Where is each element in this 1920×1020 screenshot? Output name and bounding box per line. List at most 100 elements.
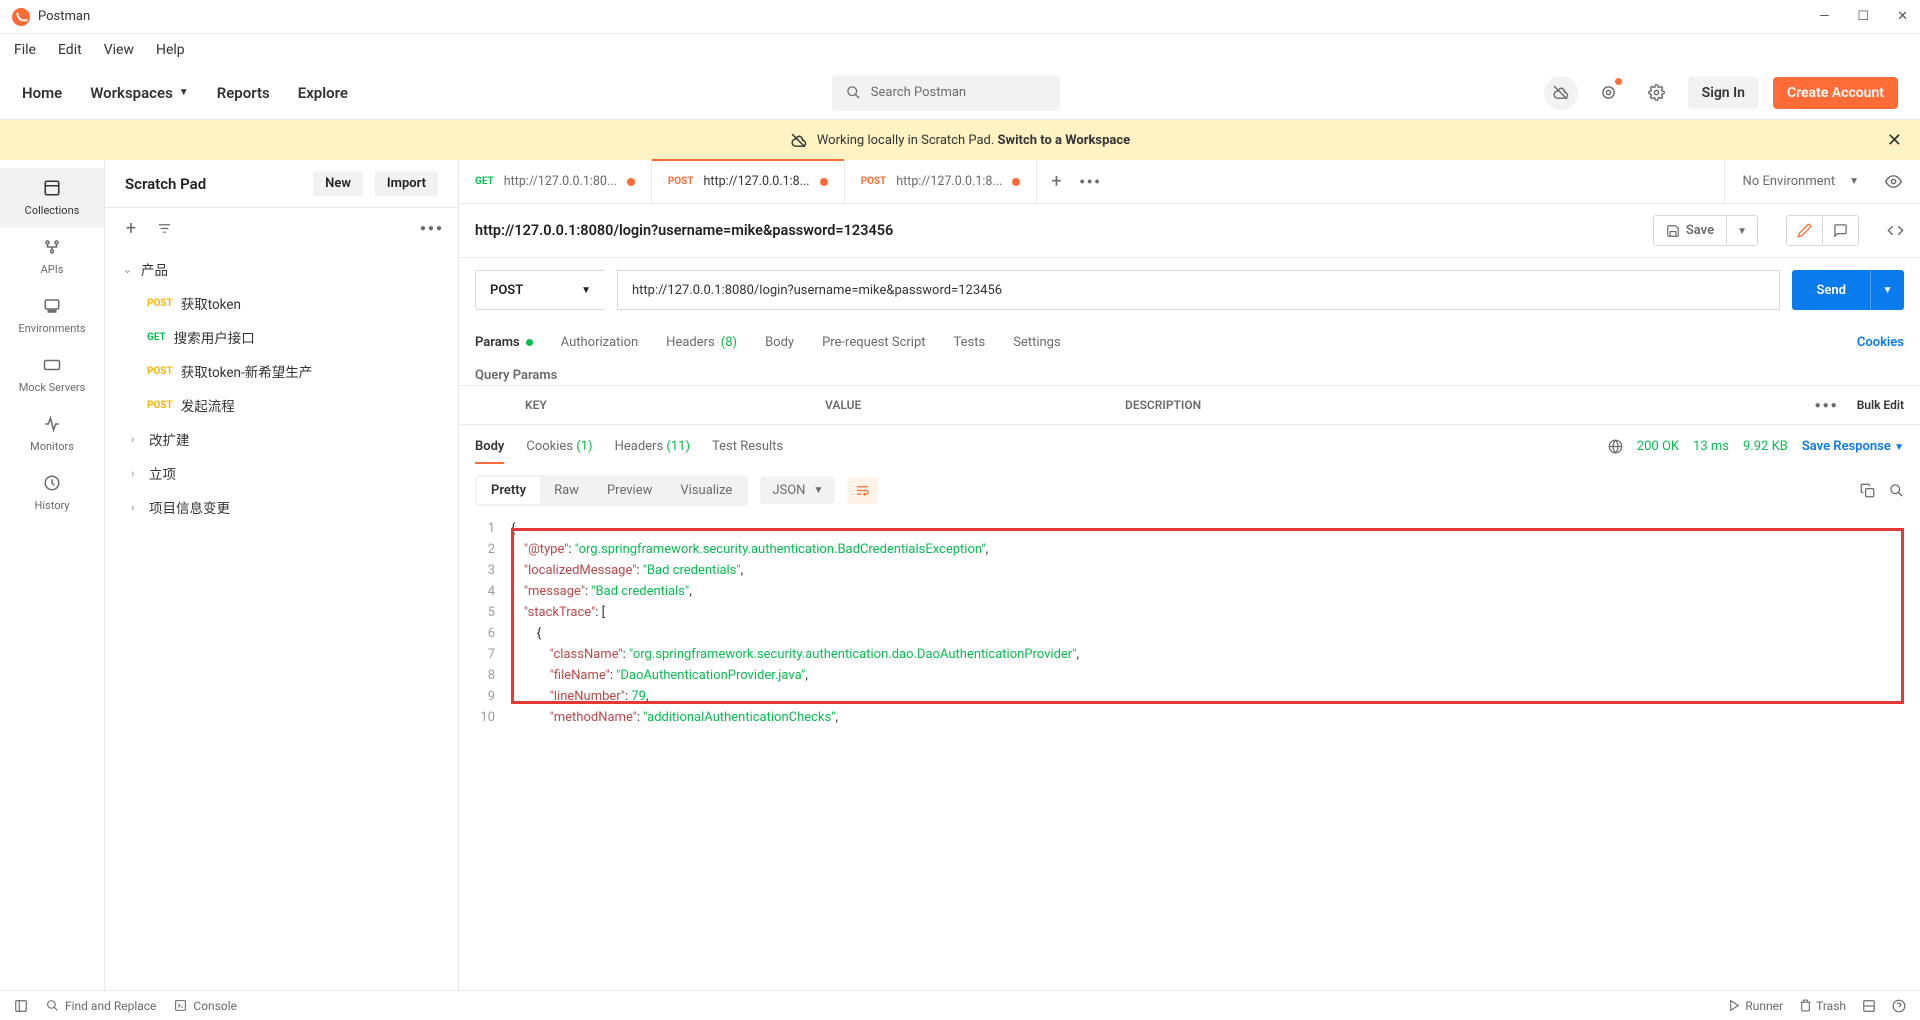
add-icon[interactable]: + <box>119 218 143 239</box>
tab[interactable]: POSThttp://127.0.0.1:8... <box>652 160 845 203</box>
eye-icon[interactable] <box>1885 173 1902 190</box>
save-response-button[interactable]: Save Response ▼ <box>1802 439 1904 454</box>
menu-help[interactable]: Help <box>156 42 185 58</box>
tree-item[interactable]: POST获取token <box>113 286 450 320</box>
nav-workspaces[interactable]: Workspaces▼ <box>90 84 188 102</box>
banner-close-icon[interactable]: ✕ <box>1887 130 1902 151</box>
tree-item[interactable]: GET搜索用户接口 <box>113 320 450 354</box>
topbar: Home Workspaces▼ Reports Explore Search … <box>0 66 1920 120</box>
cookies-link[interactable]: Cookies <box>1857 335 1904 350</box>
chevron-down-icon: ▼ <box>581 285 591 296</box>
code-icon[interactable] <box>1887 222 1904 239</box>
sidebar-toggle-icon[interactable] <box>14 999 28 1013</box>
tree-folder[interactable]: ›改扩建 <box>113 422 450 456</box>
tab-tests[interactable]: Tests <box>954 335 986 350</box>
format-selector[interactable]: JSON▼ <box>760 477 835 504</box>
tab[interactable]: POSThttp://127.0.0.1:8... <box>845 160 1038 203</box>
console-button[interactable]: Console <box>174 999 237 1013</box>
chevron-down-icon: ▼ <box>179 87 189 98</box>
minimize-icon[interactable]: — <box>1819 9 1829 24</box>
method-selector[interactable]: POST▼ <box>475 270 605 310</box>
tree-folder-root[interactable]: ⌄产品 <box>113 252 450 286</box>
tab[interactable]: GEThttp://127.0.0.1:80... <box>459 160 652 203</box>
more-icon[interactable]: ●●● <box>420 223 444 234</box>
view-pretty[interactable]: Pretty <box>477 477 540 504</box>
save-button[interactable]: Save ▼ <box>1653 215 1758 246</box>
view-raw[interactable]: Raw <box>540 477 593 504</box>
rail-history[interactable]: History <box>0 463 104 522</box>
create-account-button[interactable]: Create Account <box>1773 77 1898 109</box>
comment-icon[interactable] <box>1823 216 1858 245</box>
rail-environments[interactable]: Environments <box>0 286 104 345</box>
tree-folder[interactable]: ›立项 <box>113 456 450 490</box>
rail-monitors[interactable]: Monitors <box>0 404 104 463</box>
send-dropdown[interactable]: ▼ <box>1870 270 1904 310</box>
new-tab-icon[interactable]: + <box>1051 171 1061 192</box>
rail-collections[interactable]: Collections <box>0 168 104 227</box>
search-response-icon[interactable] <box>1889 483 1904 498</box>
capture-icon[interactable] <box>1592 76 1626 110</box>
tab-authorization[interactable]: Authorization <box>561 335 639 350</box>
import-button[interactable]: Import <box>375 171 438 196</box>
chevron-right-icon: › <box>131 467 149 480</box>
response-body[interactable]: 1{ 2 "@type": "org.springframework.secur… <box>459 514 1920 738</box>
rail-apis[interactable]: APIs <box>0 227 104 286</box>
layout-icon[interactable] <box>1862 999 1876 1013</box>
tree-item[interactable]: POST获取token-新希望生产 <box>113 354 450 388</box>
nav-home[interactable]: Home <box>22 84 62 102</box>
url-input[interactable] <box>617 270 1780 310</box>
left-rail: Collections APIs Environments Mock Serve… <box>0 160 105 990</box>
find-replace-button[interactable]: Find and Replace <box>46 999 156 1013</box>
bulk-edit-button[interactable]: Bulk Edit <box>1857 398 1904 412</box>
rail-mock-servers[interactable]: Mock Servers <box>0 345 104 404</box>
send-button[interactable]: Send <box>1792 270 1870 310</box>
close-icon[interactable]: ✕ <box>1897 9 1908 24</box>
settings-icon[interactable] <box>1640 76 1674 110</box>
search-icon <box>846 85 861 100</box>
view-mode-group: Pretty Raw Preview Visualize <box>475 475 748 506</box>
resp-tab-tests[interactable]: Test Results <box>712 439 783 454</box>
tree-item[interactable]: POST发起流程 <box>113 388 450 422</box>
view-preview[interactable]: Preview <box>593 477 666 504</box>
menu-view[interactable]: View <box>104 42 134 58</box>
menu-file[interactable]: File <box>14 42 36 58</box>
filter-icon[interactable] <box>157 221 181 236</box>
col-value: VALUE <box>825 398 1125 412</box>
search-input[interactable]: Search Postman <box>832 75 1060 111</box>
signin-button[interactable]: Sign In <box>1688 77 1759 109</box>
tab-headers[interactable]: Headers (8) <box>666 335 737 350</box>
new-button[interactable]: New <box>313 171 363 196</box>
globe-icon[interactable] <box>1608 439 1623 454</box>
tree-folder[interactable]: ›项目信息变更 <box>113 490 450 524</box>
tab-params[interactable]: Params <box>475 335 533 350</box>
cols-more-icon[interactable]: ●●● <box>1815 400 1839 411</box>
sync-off-icon[interactable] <box>1544 76 1578 110</box>
view-visualize[interactable]: Visualize <box>666 477 746 504</box>
resp-tab-headers[interactable]: Headers (11) <box>615 439 690 454</box>
resp-tab-body[interactable]: Body <box>475 439 504 454</box>
environment-selector[interactable]: No Environment ▼ <box>1724 160 1920 203</box>
copy-icon[interactable] <box>1860 483 1875 498</box>
dirty-indicator-icon <box>1012 178 1020 186</box>
postman-logo-icon <box>12 8 30 26</box>
tab-more-icon[interactable]: ●●● <box>1080 176 1102 187</box>
nav-reports[interactable]: Reports <box>217 84 270 102</box>
runner-button[interactable]: Runner <box>1728 999 1783 1013</box>
switch-workspace-link[interactable]: Switch to a Workspace <box>998 133 1131 148</box>
dirty-indicator-icon <box>627 178 635 186</box>
save-dropdown[interactable]: ▼ <box>1726 216 1757 245</box>
maximize-icon[interactable]: ☐ <box>1857 9 1869 24</box>
trash-button[interactable]: Trash <box>1799 999 1846 1013</box>
status-size: 9.92 KB <box>1743 439 1788 454</box>
edit-icon[interactable] <box>1787 216 1823 245</box>
resp-tab-cookies[interactable]: Cookies (1) <box>526 439 592 454</box>
tab-prerequest[interactable]: Pre-request Script <box>822 335 925 350</box>
col-description: DESCRIPTION <box>1125 398 1815 412</box>
request-title: http://127.0.0.1:8080/login?username=mik… <box>475 222 1643 239</box>
wrap-lines-icon[interactable] <box>847 477 878 504</box>
help-icon[interactable] <box>1892 999 1906 1013</box>
tab-settings[interactable]: Settings <box>1013 335 1060 350</box>
nav-explore[interactable]: Explore <box>298 84 348 102</box>
tab-body[interactable]: Body <box>765 335 794 350</box>
menu-edit[interactable]: Edit <box>58 42 82 58</box>
